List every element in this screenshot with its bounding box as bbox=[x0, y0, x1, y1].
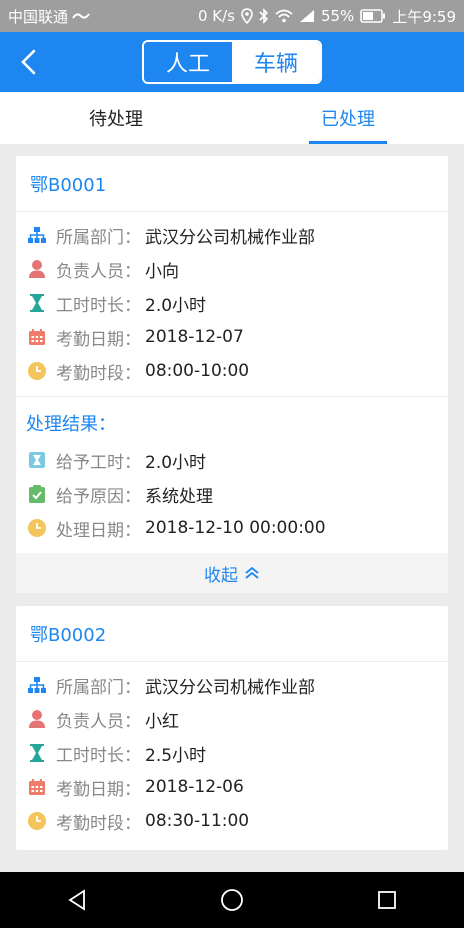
card-title: 鄂B0002 bbox=[16, 606, 448, 662]
back-button[interactable] bbox=[14, 48, 42, 76]
row-value: 2.0小时 bbox=[145, 295, 207, 316]
clock-icon bbox=[26, 360, 48, 382]
row-value: 2018-12-07 bbox=[145, 327, 244, 347]
hourglass-box-icon bbox=[26, 449, 48, 471]
record-card: 鄂B0001 所属部门： 武汉分公司机械作业部 负责人员： 小向 工时时长： 2… bbox=[16, 156, 448, 593]
collapse-button[interactable]: 收起 bbox=[16, 553, 448, 593]
hourglass-icon bbox=[26, 292, 48, 314]
circle-home-icon bbox=[221, 889, 243, 911]
record-card: 鄂B0002 所属部门： 武汉分公司机械作业部 负责人员： 小红 工时时长： 2… bbox=[16, 606, 448, 850]
row-value: 2018-12-06 bbox=[145, 777, 244, 797]
org-chart-icon bbox=[26, 224, 48, 246]
clipboard-check-icon bbox=[26, 483, 48, 505]
row-value: 小红 bbox=[145, 711, 179, 732]
row-value: 08:30-11:00 bbox=[145, 811, 250, 831]
row-value: 2.5小时 bbox=[145, 745, 207, 766]
header-bar: 人工 车辆 bbox=[0, 32, 464, 92]
row-value: 武汉分公司机械作业部 bbox=[145, 227, 315, 248]
battery-icon bbox=[360, 9, 386, 23]
status-tabs: 待处理 已处理 bbox=[0, 92, 464, 144]
system-home-button[interactable] bbox=[202, 880, 262, 920]
row-person: 负责人员： 小向 bbox=[16, 252, 448, 286]
row-label: 考勤日期： bbox=[56, 329, 141, 350]
result-title: 处理结果： bbox=[26, 414, 116, 435]
segment-manual[interactable]: 人工 bbox=[144, 42, 232, 82]
system-recents-button[interactable] bbox=[357, 880, 417, 920]
row-department: 所属部门： 武汉分公司机械作业部 bbox=[16, 218, 448, 252]
wifi-icon bbox=[275, 9, 293, 23]
tab-processed[interactable]: 已处理 bbox=[232, 92, 464, 144]
org-chart-icon bbox=[26, 674, 48, 696]
row-granted-hours: 给予工时： 2.0小时 bbox=[16, 443, 448, 477]
row-label: 考勤时段： bbox=[56, 813, 141, 834]
row-duration: 工时时长： 2.5小时 bbox=[16, 736, 448, 770]
row-date: 考勤日期： 2018-12-06 bbox=[16, 770, 448, 804]
collapse-label: 收起 bbox=[204, 565, 238, 586]
row-label: 负责人员： bbox=[56, 261, 141, 282]
row-value: 系统处理 bbox=[145, 486, 213, 507]
row-value: 2.0小时 bbox=[145, 452, 207, 473]
signal-activity-icon bbox=[72, 11, 90, 21]
row-timeslot: 考勤时段： 08:00-10:00 bbox=[16, 354, 448, 388]
clock-icon bbox=[26, 810, 48, 832]
calendar-icon bbox=[26, 776, 48, 798]
person-icon bbox=[26, 258, 48, 280]
status-bar: 中国联通 0 K/s 55% 上午9:59 bbox=[0, 0, 464, 32]
battery-percent: 55% bbox=[320, 7, 355, 25]
divider bbox=[16, 396, 448, 397]
row-label: 处理日期： bbox=[56, 520, 141, 541]
system-back-button[interactable] bbox=[47, 880, 107, 920]
calendar-icon bbox=[26, 326, 48, 348]
row-value: 08:00-10:00 bbox=[145, 361, 250, 381]
row-value: 小向 bbox=[145, 261, 179, 282]
row-label: 考勤时段： bbox=[56, 363, 141, 384]
segment-control: 人工 车辆 bbox=[142, 40, 322, 84]
row-label: 所属部门： bbox=[56, 677, 141, 698]
hourglass-icon bbox=[26, 742, 48, 764]
card-title: 鄂B0001 bbox=[16, 156, 448, 212]
person-icon bbox=[26, 708, 48, 730]
row-label: 给予原因： bbox=[56, 486, 141, 507]
row-label: 给予工时： bbox=[56, 452, 141, 473]
row-value: 武汉分公司机械作业部 bbox=[145, 677, 315, 698]
clock-icon bbox=[26, 517, 48, 539]
row-timeslot: 考勤时段： 08:30-11:00 bbox=[16, 804, 448, 838]
row-value: 2018-12-10 00:00:00 bbox=[145, 518, 326, 538]
chevron-left-icon bbox=[21, 49, 36, 75]
carrier-label: 中国联通 bbox=[8, 7, 69, 26]
row-department: 所属部门： 武汉分公司机械作业部 bbox=[16, 668, 448, 702]
triangle-back-icon bbox=[68, 889, 86, 911]
row-label: 所属部门： bbox=[56, 227, 141, 248]
row-person: 负责人员： 小红 bbox=[16, 702, 448, 736]
cellular-signal-icon bbox=[299, 9, 315, 23]
clock-time: 上午9:59 bbox=[392, 7, 456, 26]
location-icon bbox=[241, 8, 253, 24]
row-process-date: 处理日期： 2018-12-10 00:00:00 bbox=[16, 511, 448, 545]
network-speed: 0 K/s bbox=[197, 7, 235, 25]
square-recents-icon bbox=[377, 891, 396, 909]
bluetooth-icon bbox=[259, 8, 269, 24]
row-date: 考勤日期： 2018-12-07 bbox=[16, 320, 448, 354]
row-label: 工时时长： bbox=[56, 295, 141, 316]
row-label: 考勤日期： bbox=[56, 779, 141, 800]
segment-vehicle[interactable]: 车辆 bbox=[232, 42, 320, 82]
row-label: 工时时长： bbox=[56, 745, 141, 766]
tab-pending[interactable]: 待处理 bbox=[0, 92, 232, 144]
row-duration: 工时时长： 2.0小时 bbox=[16, 286, 448, 320]
double-chevron-up-icon bbox=[245, 566, 259, 579]
row-granted-reason: 给予原因： 系统处理 bbox=[16, 477, 448, 511]
system-nav-bar bbox=[0, 872, 464, 928]
row-label: 负责人员： bbox=[56, 711, 141, 732]
